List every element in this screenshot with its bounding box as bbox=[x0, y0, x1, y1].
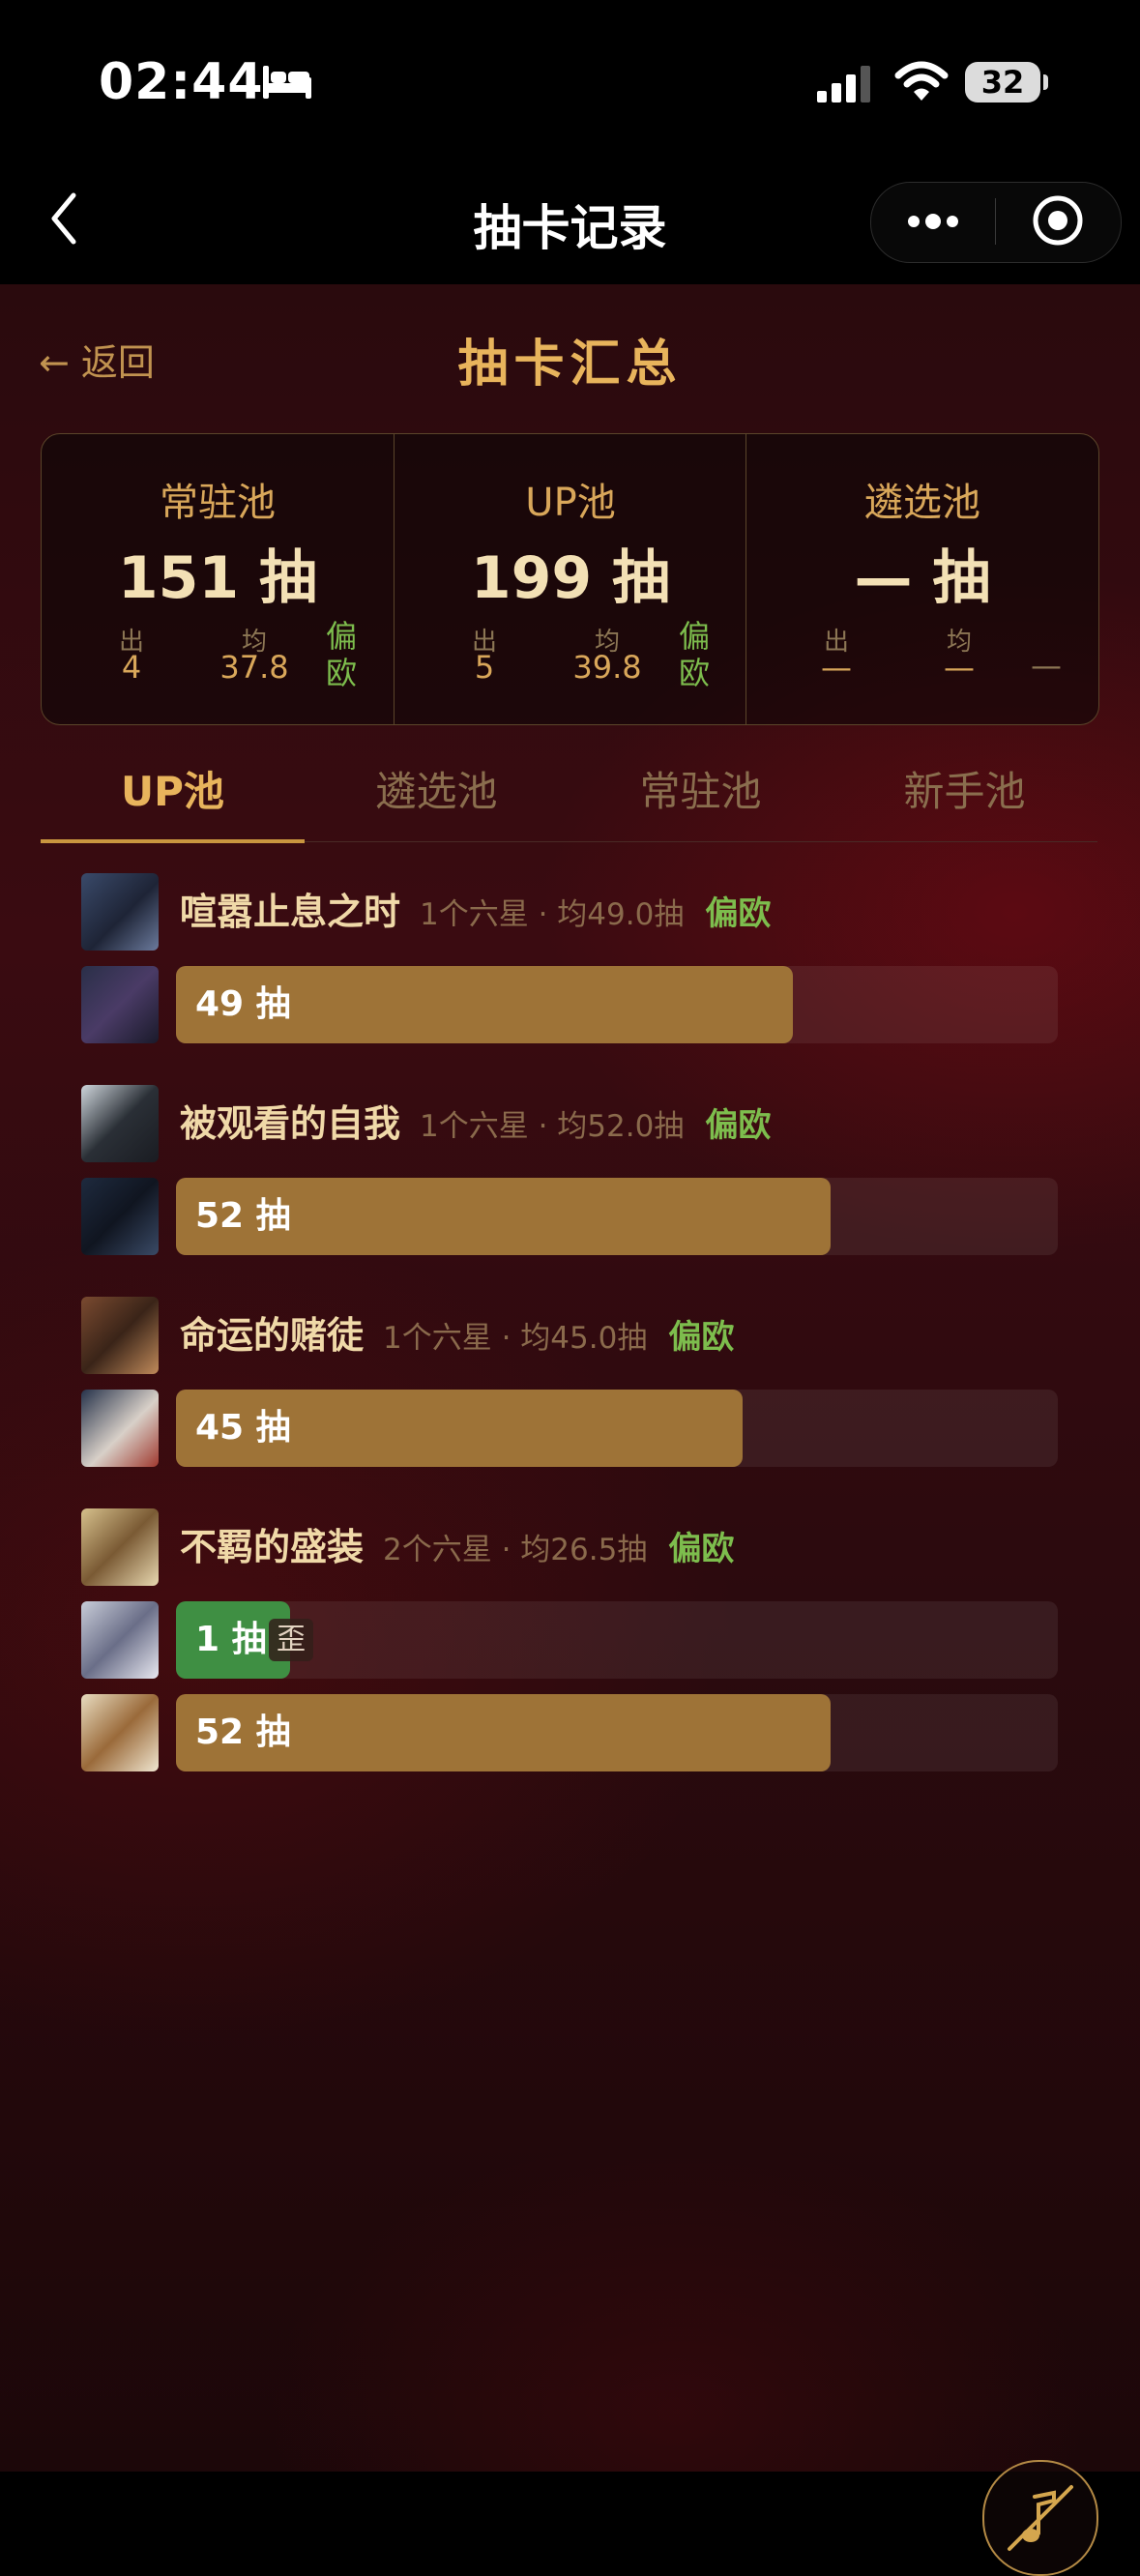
avg-value: 39.8 bbox=[572, 649, 642, 686]
main-content: ← 返回 抽卡汇总 常驻池 151 抽 出 4 均 37.8 偏欧 UP池 19… bbox=[0, 284, 1140, 2576]
more-dots-icon[interactable] bbox=[904, 200, 962, 243]
pool-meta: 1个六星 · 均45.0抽 bbox=[383, 1321, 648, 1356]
active-tab-indicator bbox=[41, 839, 305, 843]
avg-value: — bbox=[944, 649, 975, 686]
pool-record[interactable]: 喧嚣止息之时 1个六星 · 均49.0抽 偏欧 bbox=[180, 887, 771, 940]
pool-banner-avatar bbox=[81, 1508, 159, 1586]
luck-badge: — bbox=[1031, 647, 1062, 684]
status-bar: 02:44 32 bbox=[0, 0, 1140, 169]
pull-count: 1 抽 bbox=[195, 1620, 267, 1659]
character-avatar bbox=[81, 1601, 159, 1679]
pool-name: 命运的赌徒 bbox=[180, 1314, 365, 1357]
summary-card-up: UP池 199 抽 出 5 均 39.8 偏欧 bbox=[394, 434, 746, 724]
pool-tabs: UP池 遴选池 常驻池 新手池 bbox=[41, 758, 1097, 843]
pool-luck: 偏欧 bbox=[668, 1318, 735, 1357]
pool-record[interactable]: 被观看的自我 1个六星 · 均52.0抽 偏欧 bbox=[180, 1098, 771, 1152]
pool-meta: 2个六星 · 均26.5抽 bbox=[383, 1533, 648, 1567]
card-count: — 抽 bbox=[854, 544, 991, 612]
pull-bar-track: 1 抽 歪 bbox=[176, 1601, 1058, 1679]
luck-badge: 偏欧 bbox=[325, 618, 357, 691]
pool-banner-avatar bbox=[81, 1297, 159, 1374]
summary-card-selection: 遴选池 — 抽 出 — 均 — — bbox=[745, 434, 1098, 724]
pool-banner-avatar bbox=[81, 873, 159, 951]
out-value: — bbox=[821, 649, 852, 686]
card-count: 151 抽 bbox=[117, 544, 318, 612]
music-off-icon[interactable] bbox=[982, 2460, 1098, 2576]
pull-count: 52 抽 bbox=[195, 1712, 291, 1752]
character-avatar bbox=[81, 1390, 159, 1467]
pull-bar-track: 52 抽 bbox=[176, 1178, 1058, 1255]
pool-luck: 偏欧 bbox=[705, 1106, 772, 1145]
pool-banner-avatar bbox=[81, 1085, 159, 1162]
card-title: 遴选池 bbox=[864, 481, 980, 525]
out-value: 4 bbox=[121, 649, 142, 686]
card-count: 199 抽 bbox=[470, 544, 671, 612]
signal-icon bbox=[817, 66, 870, 102]
capsule-divider bbox=[995, 198, 996, 245]
pull-count: 52 抽 bbox=[195, 1196, 291, 1236]
out-value: 5 bbox=[474, 649, 495, 686]
character-avatar bbox=[81, 966, 159, 1043]
page-title: 抽卡汇总 bbox=[457, 336, 683, 394]
bed-icon bbox=[263, 66, 311, 99]
card-title: 常驻池 bbox=[160, 481, 276, 525]
tab-beginner-pool[interactable]: 新手池 bbox=[833, 758, 1096, 841]
pool-luck: 偏欧 bbox=[705, 894, 772, 933]
off-rate-tag: 歪 bbox=[269, 1619, 313, 1661]
summary-panel: 常驻池 151 抽 出 4 均 37.8 偏欧 UP池 199 抽 出 5 均 … bbox=[41, 433, 1099, 725]
pool-luck: 偏欧 bbox=[668, 1530, 735, 1568]
pull-bar-track: 45 抽 bbox=[176, 1390, 1058, 1467]
avg-value: 37.8 bbox=[219, 649, 289, 686]
luck-badge: 偏欧 bbox=[678, 618, 710, 691]
wifi-icon bbox=[894, 61, 949, 101]
pool-name: 被观看的自我 bbox=[180, 1102, 401, 1145]
pool-meta: 1个六星 · 均49.0抽 bbox=[420, 897, 685, 932]
card-title: UP池 bbox=[525, 481, 616, 525]
target-icon[interactable] bbox=[1031, 193, 1085, 248]
pull-count: 45 抽 bbox=[195, 1408, 291, 1448]
pool-record[interactable]: 不羁的盛装 2个六星 · 均26.5抽 偏欧 bbox=[180, 1522, 734, 1575]
pool-record[interactable]: 命运的赌徒 1个六星 · 均45.0抽 偏欧 bbox=[180, 1310, 734, 1363]
battery-cap bbox=[1043, 74, 1048, 90]
tab-selection-pool[interactable]: 遴选池 bbox=[305, 758, 569, 841]
summary-card-standard: 常驻池 151 抽 出 4 均 37.8 偏欧 bbox=[42, 434, 394, 724]
pull-count: 49 抽 bbox=[195, 984, 291, 1024]
status-time: 02:44 bbox=[99, 53, 264, 111]
pool-name: 喧嚣止息之时 bbox=[180, 891, 401, 933]
pull-bar-track: 52 抽 bbox=[176, 1694, 1058, 1771]
battery-icon: 32 bbox=[965, 62, 1040, 102]
character-avatar bbox=[81, 1694, 159, 1771]
tab-standard-pool[interactable]: 常驻池 bbox=[569, 758, 833, 841]
pull-bar-track: 49 抽 bbox=[176, 966, 1058, 1043]
tab-up-pool[interactable]: UP池 bbox=[41, 758, 305, 841]
character-avatar bbox=[81, 1178, 159, 1255]
pool-name: 不羁的盛装 bbox=[180, 1526, 365, 1568]
pool-meta: 1个六星 · 均52.0抽 bbox=[420, 1109, 685, 1144]
